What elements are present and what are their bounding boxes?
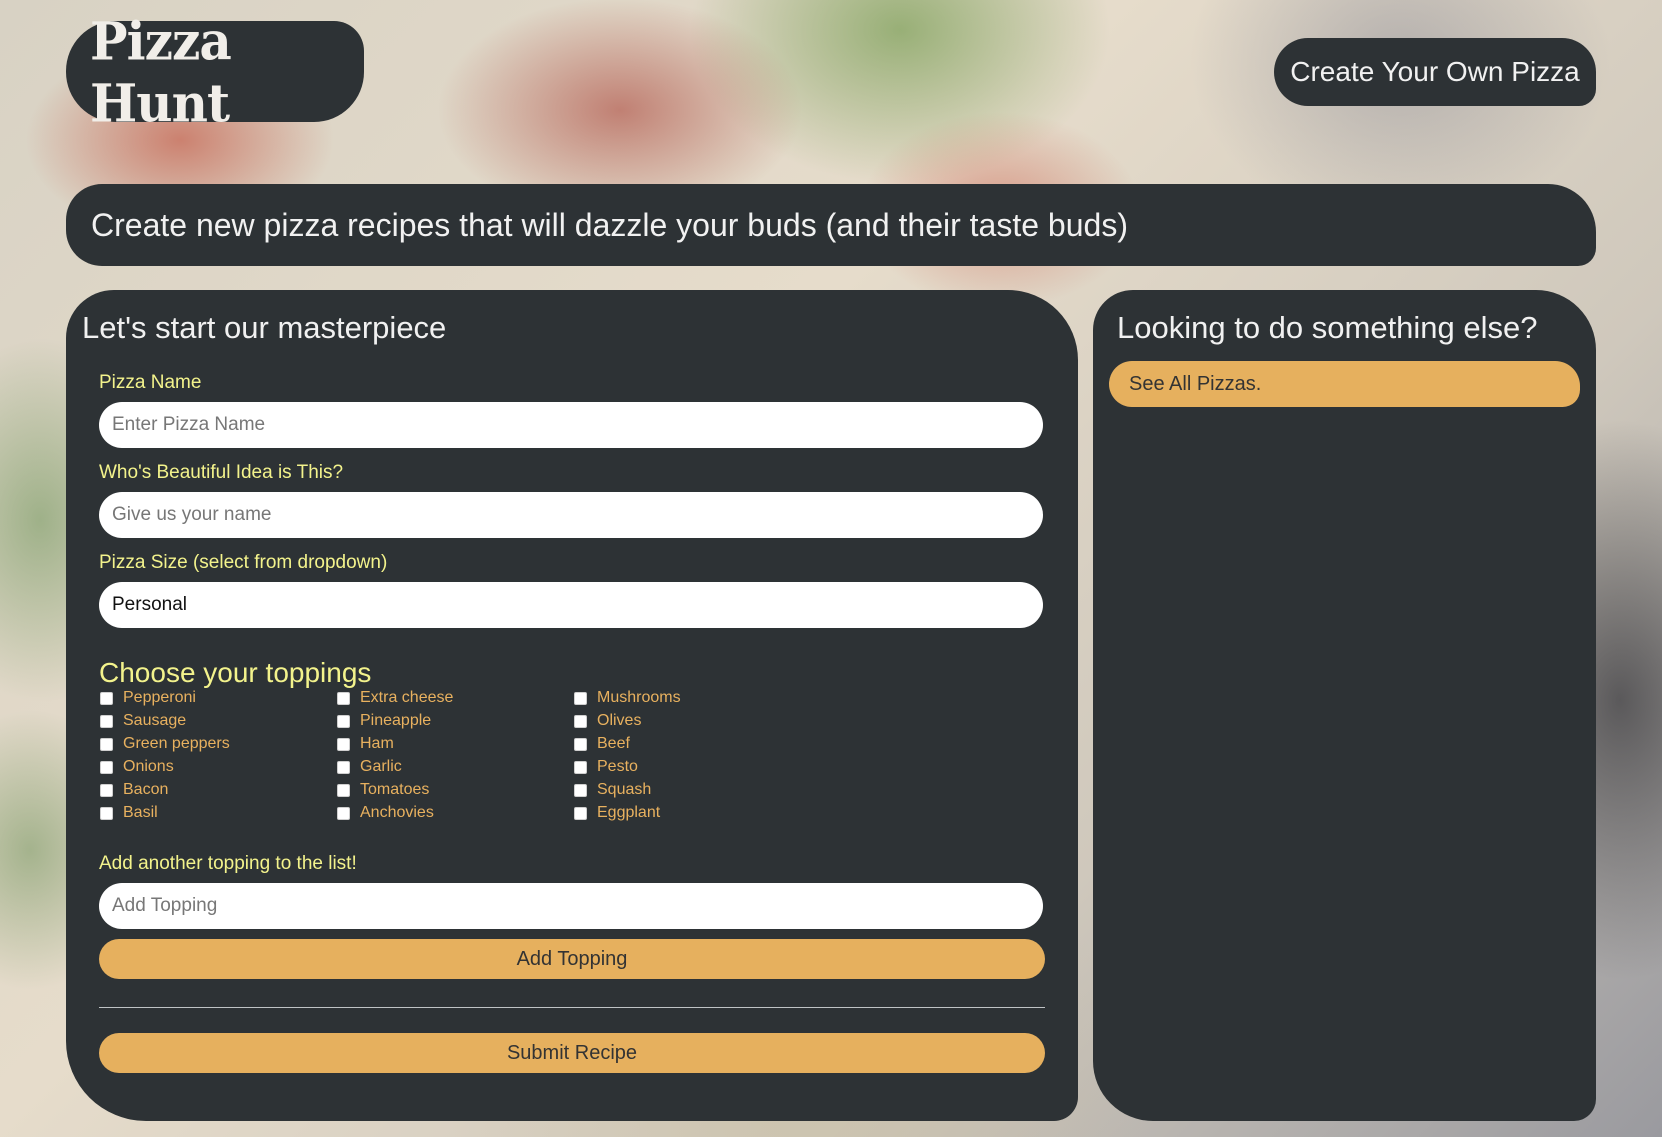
checkbox[interactable] <box>100 714 113 728</box>
toppings-title: Choose your toppings <box>99 657 372 688</box>
checkbox[interactable] <box>574 760 587 774</box>
add-topping-button[interactable]: Add Topping <box>99 939 1045 979</box>
topping-item[interactable]: Extra cheese <box>337 687 453 709</box>
topping-item[interactable]: Anchovies <box>337 802 434 824</box>
sidebar-panel: Looking to do something else? See All Pi… <box>1093 290 1596 1121</box>
recipe-form-panel: Let's start our masterpiece Pizza Name W… <box>66 290 1078 1121</box>
pizza-name-label: Pizza Name <box>99 372 202 393</box>
topping-item[interactable]: Mushrooms <box>574 687 681 709</box>
topping-item[interactable]: Pesto <box>574 756 638 778</box>
pizza-size-select[interactable]: Personal <box>99 582 1043 628</box>
form-divider <box>99 1007 1045 1008</box>
topping-item[interactable]: Olives <box>574 710 641 732</box>
checkbox[interactable] <box>337 760 350 774</box>
pizza-name-input[interactable] <box>99 402 1043 448</box>
logo[interactable]: Pizza Hunt <box>66 10 364 133</box>
checkbox[interactable] <box>337 806 350 820</box>
topping-item[interactable]: Eggplant <box>574 802 660 824</box>
topping-item[interactable]: Beef <box>574 733 630 755</box>
checkbox[interactable] <box>337 691 350 705</box>
submit-recipe-button[interactable]: Submit Recipe <box>99 1033 1045 1073</box>
checkbox[interactable] <box>100 783 113 797</box>
topping-item[interactable]: Ham <box>337 733 394 755</box>
topping-item[interactable]: Pepperoni <box>100 687 196 709</box>
form-title: Let's start our masterpiece <box>82 310 447 345</box>
checkbox[interactable] <box>100 760 113 774</box>
checkbox[interactable] <box>337 714 350 728</box>
topping-item[interactable]: Green peppers <box>100 733 230 755</box>
checkbox[interactable] <box>100 737 113 751</box>
checkbox[interactable] <box>574 783 587 797</box>
author-label: Who's Beautiful Idea is This? <box>99 462 344 483</box>
topping-item[interactable]: Sausage <box>100 710 186 732</box>
checkbox[interactable] <box>574 806 587 820</box>
topping-item[interactable]: Tomatoes <box>337 779 429 801</box>
checkbox[interactable] <box>574 714 587 728</box>
topping-item[interactable]: Garlic <box>337 756 402 778</box>
checkbox[interactable] <box>337 737 350 751</box>
pizza-size-label: Pizza Size (select from dropdown) <box>99 552 388 573</box>
checkbox[interactable] <box>100 691 113 705</box>
see-all-pizzas-link[interactable]: See All Pizzas. <box>1109 361 1580 407</box>
logo-text: Pizza Hunt <box>90 9 232 134</box>
checkbox[interactable] <box>574 691 587 705</box>
create-pizza-button[interactable]: Create Your Own Pizza <box>1274 38 1596 106</box>
checkbox[interactable] <box>100 806 113 820</box>
pizza-size-selected-value: Personal <box>112 594 187 615</box>
checkbox[interactable] <box>574 737 587 751</box>
add-topping-input[interactable] <box>99 883 1043 929</box>
page-banner: Create new pizza recipes that will dazzl… <box>66 184 1596 266</box>
topping-item[interactable]: Squash <box>574 779 651 801</box>
topping-item[interactable]: Basil <box>100 802 158 824</box>
author-name-input[interactable] <box>99 492 1043 538</box>
topping-item[interactable]: Pineapple <box>337 710 431 732</box>
add-topping-label: Add another topping to the list! <box>99 853 357 874</box>
topping-item[interactable]: Bacon <box>100 779 168 801</box>
checkbox[interactable] <box>337 783 350 797</box>
topping-item[interactable]: Onions <box>100 756 174 778</box>
sidebar-title: Looking to do something else? <box>1117 310 1538 345</box>
